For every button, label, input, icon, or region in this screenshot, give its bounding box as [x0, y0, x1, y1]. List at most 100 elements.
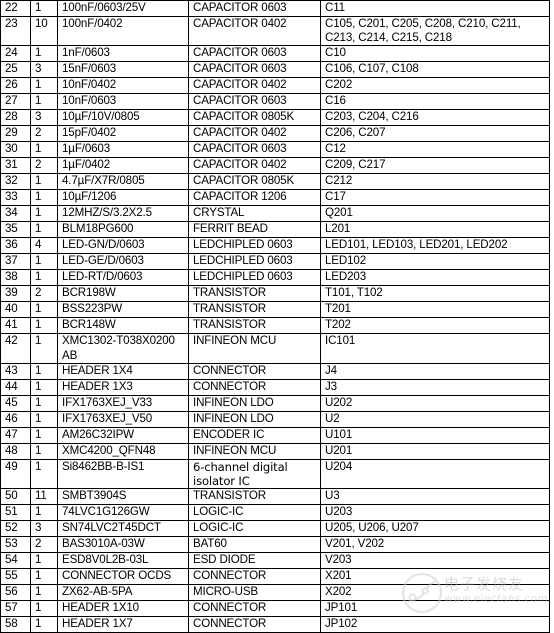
- row-quantity: 4: [30, 237, 58, 255]
- row-value: 1µF/0402: [57, 157, 189, 175]
- table-row: 28 3 10µF/10V/0805 CAPACITOR 0805K C203, C20…: [0, 109, 550, 127]
- row-quantity: 11: [30, 488, 58, 506]
- row-description: CAPACITOR 1206: [188, 189, 321, 207]
- row-description: TRANSISTOR: [188, 488, 321, 506]
- row-description: FERRIT BEAD: [188, 221, 321, 239]
- row-index: 46: [0, 410, 31, 428]
- row-value: CONNECTOR OCDS: [57, 568, 189, 586]
- row-references: C106, C107, C108: [320, 61, 550, 79]
- row-references: C12: [320, 141, 550, 159]
- row-description: MICRO-USB: [188, 584, 321, 602]
- row-description: INFINEON MCU: [188, 333, 321, 364]
- row-description: CAPACITOR 0603: [188, 0, 321, 17]
- row-value: 12MHZ/S/3.2X2.5: [57, 205, 189, 223]
- row-quantity: 2: [30, 285, 58, 303]
- row-references: Q201: [320, 205, 550, 223]
- table-row: 31 2 1µF/0402 CAPACITOR 0402 C209, C217: [0, 157, 550, 175]
- row-index: 51: [0, 504, 31, 522]
- table-row: 43 1 HEADER 1X4 CONNECTOR J4: [0, 362, 550, 380]
- table-row: 54 1 ESD8V0L2B-03L ESD DIODE V203: [0, 552, 550, 570]
- row-references: T201: [320, 301, 550, 319]
- row-description: LOGIC-IC: [188, 504, 321, 522]
- row-index: 49: [0, 458, 31, 490]
- row-references: X202: [320, 584, 550, 602]
- row-value: 4.7µF/X7R/0805: [57, 173, 189, 191]
- row-value: BLM18PG600: [57, 221, 189, 239]
- row-quantity: 1: [30, 45, 58, 63]
- row-quantity: 3: [30, 61, 58, 79]
- table-row: 40 1 BSS223PW TRANSISTOR T201: [0, 301, 550, 319]
- row-references: C16: [320, 93, 550, 111]
- row-value: SMBT3904S: [57, 488, 189, 506]
- row-value: SN74LVC2T45DCT: [57, 520, 189, 538]
- row-quantity: 1: [30, 205, 58, 223]
- row-description: CONNECTOR: [188, 616, 321, 633]
- row-value: 10µF/10V/0805: [57, 109, 189, 127]
- table-row: 29 2 15pF/0402 CAPACITOR 0402 C206, C207: [0, 125, 550, 143]
- row-description: ESD DIODE: [188, 552, 321, 570]
- row-quantity: 1: [30, 93, 58, 111]
- row-index: 31: [0, 157, 31, 175]
- row-quantity: 1: [30, 253, 58, 271]
- row-references: IC101: [320, 333, 550, 364]
- row-references: U204: [320, 458, 550, 490]
- row-quantity: 1: [30, 173, 58, 191]
- row-references: C212: [320, 173, 550, 191]
- row-quantity: 2: [30, 536, 58, 554]
- row-quantity: 1: [30, 317, 58, 335]
- row-quantity: 1: [30, 269, 58, 287]
- row-index: 32: [0, 173, 31, 191]
- table-row: 48 1 XMC4200_QFN48 INFINEON MCU U201: [0, 442, 550, 460]
- table-row: 44 1 HEADER 1X3 CONNECTOR J3: [0, 378, 550, 396]
- table-row: 49 1 Si8462BB-B-IS1 6-channel digital isola…: [0, 458, 550, 490]
- table-row: 42 1 XMC1302-T038X0200 AB INFINEON MCU IC101: [0, 333, 550, 364]
- row-value: Si8462BB-B-IS1: [57, 458, 189, 490]
- table-row: 33 1 10µF/1206 CAPACITOR 1206 C17: [0, 189, 550, 207]
- table-row: 27 1 10nF/0603 CAPACITOR 0603 C16: [0, 93, 550, 111]
- row-value: HEADER 1X7: [57, 616, 189, 633]
- row-index: 35: [0, 221, 31, 239]
- row-value: 1µF/0603: [57, 141, 189, 159]
- table-row: 35 1 BLM18PG600 FERRIT BEAD L201: [0, 221, 550, 239]
- row-value: BCR198W: [57, 285, 189, 303]
- row-description: CAPACITOR 0603: [188, 61, 321, 79]
- row-index: 54: [0, 552, 31, 570]
- row-description: CAPACITOR 0402: [188, 77, 321, 95]
- row-index: 55: [0, 568, 31, 586]
- row-references: C10: [320, 45, 550, 63]
- table-row: 55 1 CONNECTOR OCDS CONNECTOR X201: [0, 568, 550, 586]
- row-value: 74LVC1G126GW: [57, 504, 189, 522]
- table-row: 38 1 LED-RT/D/0603 LEDCHIPLED 0603 LED203: [0, 269, 550, 287]
- row-description: CAPACITOR 0805K: [188, 173, 321, 191]
- table-row: 45 1 IFX1763XEJ_V33 INFINEON LDO U202: [0, 394, 550, 412]
- row-index: 29: [0, 125, 31, 143]
- table-row: 23 10 100nF/0402 CAPACITOR 0402 C105, C201, …: [0, 15, 550, 47]
- row-description: CONNECTOR: [188, 362, 321, 380]
- row-quantity: 1: [30, 378, 58, 396]
- row-index: 23: [0, 15, 31, 47]
- row-value: 15pF/0402: [57, 125, 189, 143]
- row-quantity: 1: [30, 616, 58, 633]
- row-quantity: 1: [30, 504, 58, 522]
- table-row: 51 1 74LVC1G126GW LOGIC-IC U203: [0, 504, 550, 522]
- row-description: INFINEON LDO: [188, 394, 321, 412]
- row-value: IFX1763XEJ_V50: [57, 410, 189, 428]
- row-description: 6-channel digital isolator IC: [188, 458, 321, 490]
- row-index: 53: [0, 536, 31, 554]
- row-value: LED-RT/D/0603: [57, 269, 189, 287]
- row-references: U2: [320, 410, 550, 428]
- row-index: 22: [0, 0, 31, 17]
- table-row: 52 3 SN74LVC2T45DCT LOGIC-IC U205, U206, U20…: [0, 520, 550, 538]
- row-description: CONNECTOR: [188, 600, 321, 618]
- row-value: BCR148W: [57, 317, 189, 335]
- row-references: J4: [320, 362, 550, 380]
- row-description: TRANSISTOR: [188, 317, 321, 335]
- row-description: CAPACITOR 0603: [188, 45, 321, 63]
- table-row: 39 2 BCR198W TRANSISTOR T101, T102: [0, 285, 550, 303]
- row-quantity: 1: [30, 77, 58, 95]
- row-quantity: 1: [30, 221, 58, 239]
- row-index: 28: [0, 109, 31, 127]
- row-index: 48: [0, 442, 31, 460]
- row-references: C206, C207: [320, 125, 550, 143]
- row-index: 40: [0, 301, 31, 319]
